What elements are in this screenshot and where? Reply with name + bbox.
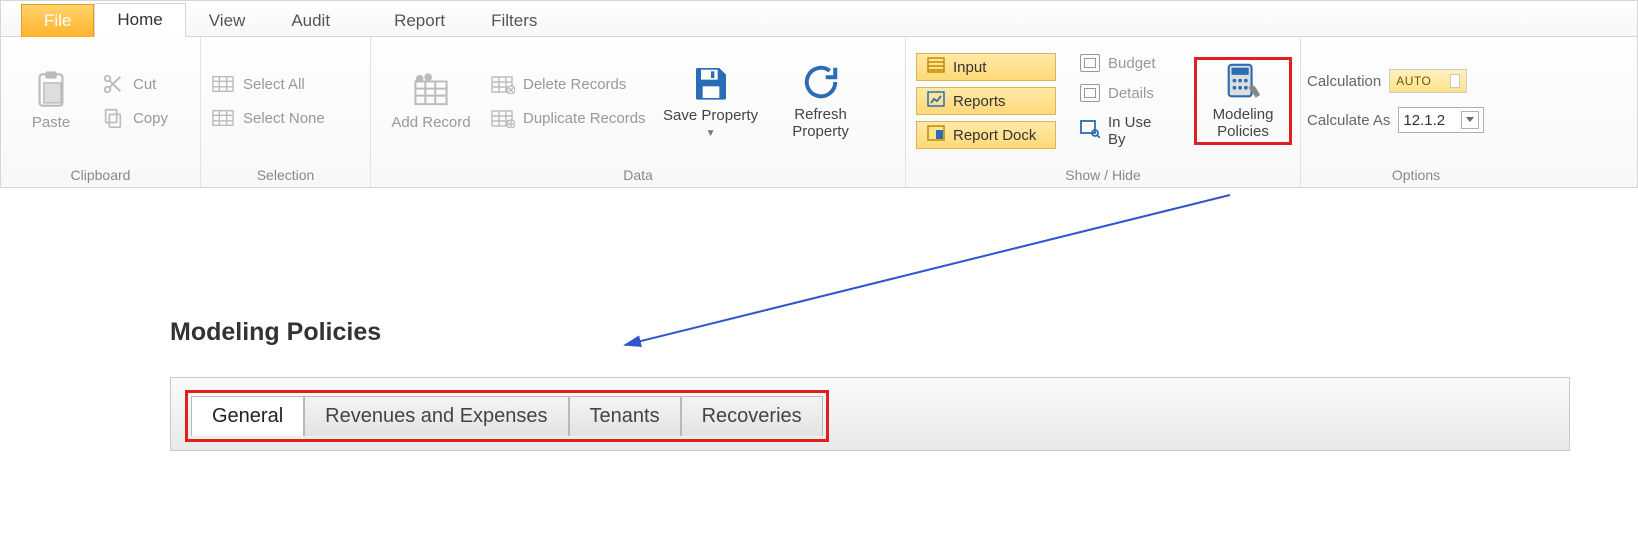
- chart-icon: [927, 91, 945, 111]
- tab-general[interactable]: General: [191, 396, 304, 436]
- grid-empty-icon: [211, 106, 235, 130]
- ribbon-tabs: File Home View Audit Report Filters: [1, 1, 1637, 37]
- in-use-by-button[interactable]: In Use By: [1070, 111, 1180, 151]
- modeling-policies-highlight: Modeling Policies: [1194, 57, 1292, 146]
- select-none-label: Select None: [243, 110, 325, 127]
- duplicate-records-button[interactable]: Duplicate Records: [491, 106, 646, 130]
- chevron-down-icon: [1461, 111, 1479, 129]
- group-options: Calculation AUTO Calculate As 12.1.2: [1301, 37, 1531, 187]
- add-record-icon: [411, 70, 451, 110]
- tab-view[interactable]: View: [186, 4, 269, 37]
- report-dock-button[interactable]: Report Dock: [916, 121, 1056, 149]
- paste-label: Paste: [32, 114, 70, 131]
- tab-filters[interactable]: Filters: [468, 4, 560, 37]
- scissors-icon: [101, 72, 125, 96]
- group-selection: Select All Select None Selection: [201, 37, 371, 187]
- group-selection-label: Selection: [201, 165, 370, 187]
- cut-button[interactable]: Cut: [101, 72, 168, 96]
- copy-icon: [101, 106, 125, 130]
- refresh-icon: [801, 62, 841, 102]
- details-button[interactable]: Details: [1070, 81, 1180, 105]
- calculation-mode-value: AUTO: [1396, 74, 1431, 88]
- tab-home[interactable]: Home: [94, 3, 185, 37]
- group-show-hide-label: Show / Hide: [906, 165, 1300, 187]
- tab-file[interactable]: File: [21, 4, 94, 37]
- calculate-as-value: 12.1.2: [1403, 112, 1445, 129]
- calc-mode-handle-icon: [1450, 74, 1460, 88]
- calculation-mode-field[interactable]: AUTO: [1389, 69, 1467, 93]
- calculation-label: Calculation: [1307, 73, 1381, 90]
- reports-label: Reports: [953, 93, 1006, 110]
- delete-records-icon: [491, 72, 515, 96]
- copy-button[interactable]: Copy: [101, 106, 168, 130]
- duplicate-records-label: Duplicate Records: [523, 110, 646, 127]
- dock-icon: [927, 125, 945, 145]
- calculator-wrench-icon: [1223, 62, 1263, 102]
- group-show-hide: Input Reports Report Dock: [906, 37, 1301, 187]
- details-icon: [1080, 84, 1100, 102]
- add-record-button[interactable]: Add Record: [381, 70, 481, 131]
- report-dock-label: Report Dock: [953, 127, 1036, 144]
- tabs-highlight: General Revenues and Expenses Tenants Re…: [185, 390, 829, 442]
- save-icon: [691, 63, 731, 103]
- group-data: Add Record Delete Records: [371, 37, 906, 187]
- modeling-policies-tabstrip: General Revenues and Expenses Tenants Re…: [170, 377, 1638, 451]
- refresh-property-label: Refresh Property: [776, 106, 866, 141]
- group-clipboard: Paste Cut Copy: [1, 37, 201, 187]
- modeling-policies-button[interactable]: Modeling Policies: [1199, 62, 1287, 141]
- refresh-property-button[interactable]: Refresh Property: [776, 62, 866, 141]
- ribbon-groups: Paste Cut Copy: [1, 37, 1637, 187]
- group-clipboard-label: Clipboard: [1, 165, 200, 187]
- input-button[interactable]: Input: [916, 53, 1056, 81]
- tab-revenues-expenses[interactable]: Revenues and Expenses: [304, 396, 568, 436]
- document-icon: [1080, 54, 1100, 72]
- magnifier-icon: [1080, 120, 1100, 142]
- grid-icon: [211, 72, 235, 96]
- calculate-as-label: Calculate As: [1307, 112, 1390, 129]
- details-label: Details: [1108, 85, 1154, 102]
- in-use-by-label: In Use By: [1108, 114, 1170, 148]
- cut-label: Cut: [133, 76, 156, 93]
- tab-tenants[interactable]: Tenants: [569, 396, 681, 436]
- tab-recoveries[interactable]: Recoveries: [681, 396, 823, 436]
- modeling-policies-line1: Modeling: [1213, 106, 1274, 123]
- reports-button[interactable]: Reports: [916, 87, 1056, 115]
- group-data-label: Data: [371, 165, 905, 187]
- list-icon: [927, 57, 945, 77]
- add-record-label: Add Record: [391, 114, 470, 131]
- clipboard-icon: [31, 70, 71, 110]
- budget-button[interactable]: Budget: [1070, 51, 1180, 75]
- ribbon: File Home View Audit Report Filters Past…: [0, 0, 1638, 188]
- group-options-label: Options: [1301, 165, 1531, 187]
- copy-label: Copy: [133, 110, 168, 127]
- budget-label: Budget: [1108, 55, 1156, 72]
- select-none-button[interactable]: Select None: [211, 106, 325, 130]
- page-title: Modeling Policies: [170, 318, 1638, 347]
- save-property-label: Save Property: [663, 107, 758, 124]
- select-all-label: Select All: [243, 76, 305, 93]
- tab-audit[interactable]: Audit: [268, 4, 353, 37]
- duplicate-records-icon: [491, 106, 515, 130]
- delete-records-label: Delete Records: [523, 76, 626, 93]
- paste-button[interactable]: Paste: [11, 70, 91, 131]
- save-property-button[interactable]: Save Property ▼: [656, 63, 766, 139]
- chevron-down-icon: ▼: [706, 128, 716, 139]
- modeling-policies-line2: Policies: [1217, 123, 1269, 140]
- select-all-button[interactable]: Select All: [211, 72, 325, 96]
- tab-report[interactable]: Report: [371, 4, 468, 37]
- delete-records-button[interactable]: Delete Records: [491, 72, 646, 96]
- input-label: Input: [953, 59, 986, 76]
- calculate-as-select[interactable]: 12.1.2: [1398, 107, 1484, 133]
